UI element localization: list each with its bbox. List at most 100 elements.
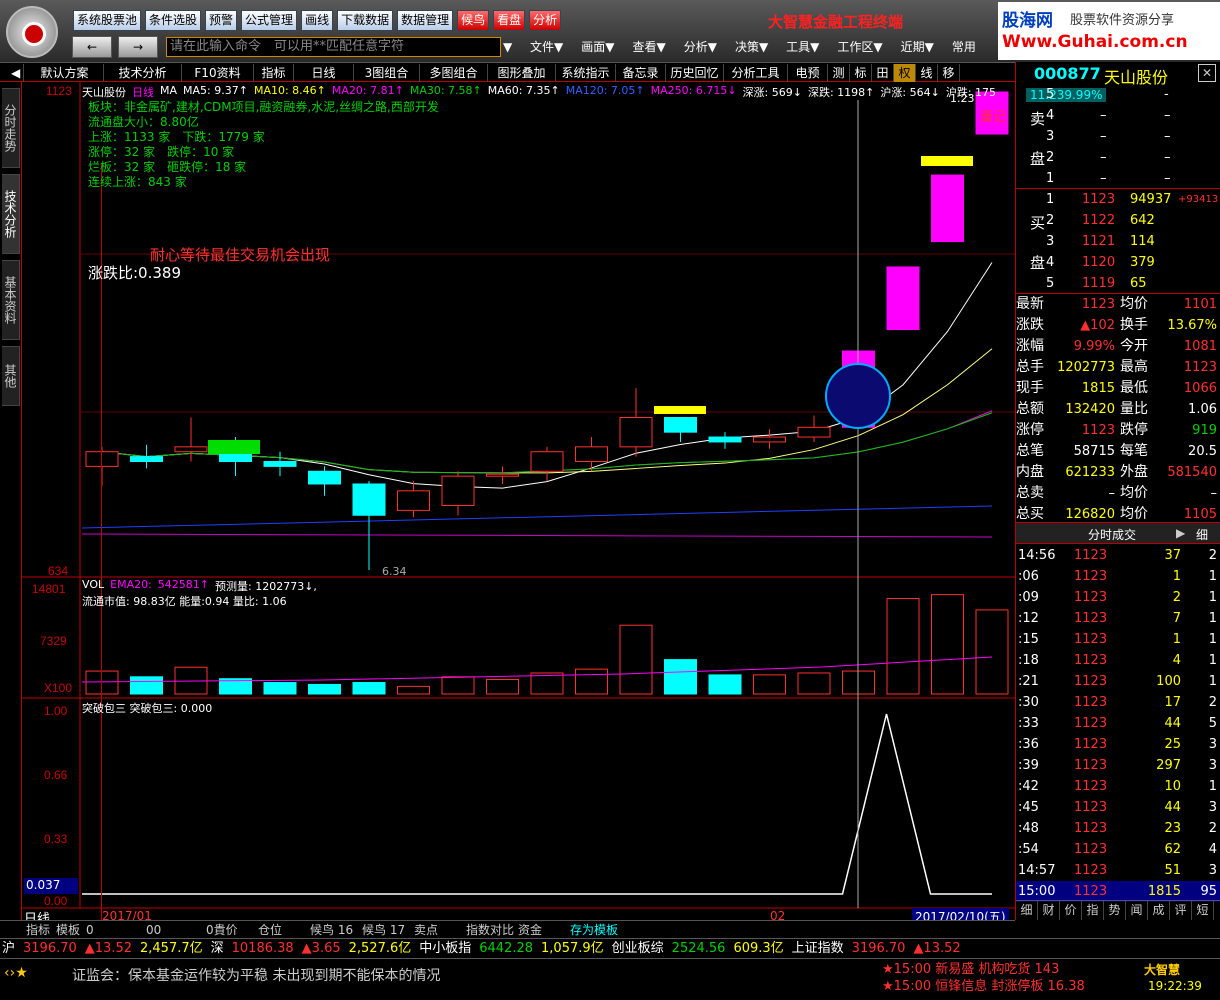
menu-decision[interactable]: 决策▼ [735,37,768,57]
trades-arrow-icon[interactable]: ▶ [1176,526,1185,540]
alert-button[interactable]: 预警 [205,10,238,31]
toolbar-rights[interactable]: 权 [894,64,916,82]
panel-tab[interactable]: 势 [1104,901,1126,920]
buy-row[interactable]: 1 1123 94937 +93413 [1016,189,1220,210]
command-input[interactable]: 请在此输入命令 可以用**匹配任意字符 [166,37,501,57]
indicator-tab[interactable]: 指标 [22,922,52,938]
tab-timeshare[interactable]: 分时走势 [2,88,20,168]
panel-tab[interactable]: 细 [1016,901,1038,920]
menu-tools[interactable]: 工具▼ [786,37,819,57]
tab-basic-info[interactable]: 基本资料 [2,260,20,340]
toolbar-analysis-tools[interactable]: 分析工具 [724,64,788,82]
panel-tab[interactable]: 财 [1038,901,1060,920]
indicator-tab[interactable]: 资金 [514,922,566,938]
indicator-tab[interactable]: 存为模板 [566,922,618,938]
trade-time: :09 [1018,590,1039,605]
formula-manage-button[interactable]: 公式管理 [241,10,298,31]
kline-chart[interactable] [22,82,1015,920]
indicator-tab[interactable]: 模板 [52,922,82,938]
data-manage-button[interactable]: 数据管理 [397,10,454,31]
menu-dropdown-icon[interactable]: ▼ [503,37,512,57]
panel-tab[interactable]: 闻 [1126,901,1148,920]
toolbar-history[interactable]: 历史回忆 [666,64,724,82]
back-button[interactable]: ← [72,36,112,58]
sell-row[interactable]: 5- [1016,84,1220,105]
indicator-polyline [82,713,992,895]
close-icon[interactable]: ✕ [1198,64,1216,82]
buy-row[interactable]: 5 1119 65 [1016,273,1220,294]
toolbar-grid[interactable]: 田 [872,64,894,82]
indicator-tab[interactable]: 0貴价 [202,922,254,938]
indicator-tab[interactable]: 0 [82,922,142,938]
panel-tab[interactable]: 指 [1082,901,1104,920]
menu-workspace[interactable]: 工作区▼ [837,37,882,57]
panel-tab[interactable]: 成 [1148,901,1170,920]
toolbar-move[interactable]: 移 [938,64,960,82]
indicator-tab[interactable]: 候鸟 16 [306,922,358,938]
buy-row[interactable]: 3 1121 114 [1016,231,1220,252]
menu-analysis[interactable]: 分析▼ [684,37,717,57]
toolbar-multi-combo[interactable]: 多图组合 [420,64,488,82]
toolbar-left-arrow-icon[interactable]: ◀ [8,64,25,82]
toolbar-line[interactable]: 线 [916,64,938,82]
forward-button[interactable]: → [118,36,158,58]
toolbar-alert[interactable]: 电预 [788,64,828,82]
draw-line-button[interactable]: 画线 [301,10,334,31]
toolbar-memo[interactable]: 备忘录 [616,64,666,82]
level-no: 5 [1046,87,1055,102]
tab-tech-analysis[interactable]: 技术分析 [2,174,20,254]
app-logo[interactable] [6,6,58,58]
news-nav-icon[interactable]: ‹›★ [4,965,28,981]
level-price: 1123 [1082,192,1116,207]
indicator-tab[interactable]: 00 [142,922,202,938]
buy-row[interactable]: 2 1122 642 [1016,210,1220,231]
indicator-tab[interactable]: 候鸟 17 [358,922,410,938]
toolbar-default-scheme[interactable]: 默认方案 [26,64,104,82]
panel-tab[interactable]: 价 [1060,901,1082,920]
toolbar-overlay[interactable]: 图形叠加 [488,64,556,82]
chart-area[interactable]: 1123 634 14801 7329 X100 1.00 0.66 0.33 … [22,82,1015,990]
panel-tab[interactable]: 短 [1192,901,1214,920]
menu-view[interactable]: 查看▼ [632,37,665,57]
toolbar-system-indicator[interactable]: 系统指示 [556,64,616,82]
indicator-tab[interactable]: 指数对比 [462,922,514,938]
menu-recent[interactable]: 近期▼ [901,37,934,57]
system-stock-pool-button[interactable]: 系统股票池 [73,10,142,31]
level-price: – [1100,129,1107,144]
guhai-slogan: 股票软件资源分享 [1070,13,1175,28]
trade-row: :36 1123 25 3 [1016,734,1220,755]
menu-file[interactable]: 文件▼ [530,37,563,57]
news-headline[interactable]: 证监会：保本基金运作较为平稳 未出现到期不能保本的情况 [72,965,440,985]
analysis-button[interactable]: 分析 [529,10,562,31]
ma20-label: MA20: 7.81↑ [331,84,404,97]
volume-bar [441,676,475,695]
download-data-button[interactable]: 下载数据 [337,10,394,31]
sell-row[interactable]: 4 – – [1016,105,1220,126]
trade-price: 1123 [1074,674,1108,689]
trade-price: 1123 [1074,821,1108,836]
level-volume: – [1164,108,1171,123]
panel-tab[interactable]: 评 [1170,901,1192,920]
alert-text[interactable]: 恒锋信息 封涨停板 16.38 [935,979,1084,994]
sell-row[interactable]: 1 – – [1016,168,1220,189]
sell-row[interactable]: 3 – – [1016,126,1220,147]
indicator-tab[interactable]: 卖点 [410,922,462,938]
sell-row[interactable]: 2 – – [1016,147,1220,168]
toolbar-daily[interactable]: 日线 [294,64,354,82]
watch-market-button[interactable]: 看盘 [493,10,526,31]
toolbar-measure[interactable]: 测 [828,64,850,82]
menu-common[interactable]: 常用 [952,37,976,57]
toolbar-mark[interactable]: 标 [850,64,872,82]
toolbar-f10[interactable]: F10资料 [182,64,254,82]
buy-row[interactable]: 4 1120 379 [1016,252,1220,273]
condition-select-button[interactable]: 条件选股 [145,10,202,31]
tab-other[interactable]: 其他 [2,346,20,406]
toolbar-tech-analysis[interactable]: 技术分析 [104,64,182,82]
indicator-tab[interactable]: 仓位 [254,922,306,938]
trades-detail-tab[interactable]: 细 [1196,526,1208,543]
alert-text[interactable]: 新易盛 机构吃货 143 [935,962,1059,977]
toolbar-indicator[interactable]: 指标 [254,64,294,82]
menu-screen[interactable]: 画面▼ [581,37,614,57]
toolbar-3-combo[interactable]: 3图组合 [354,64,420,82]
houniao-button[interactable]: 候鸟 [457,10,490,31]
